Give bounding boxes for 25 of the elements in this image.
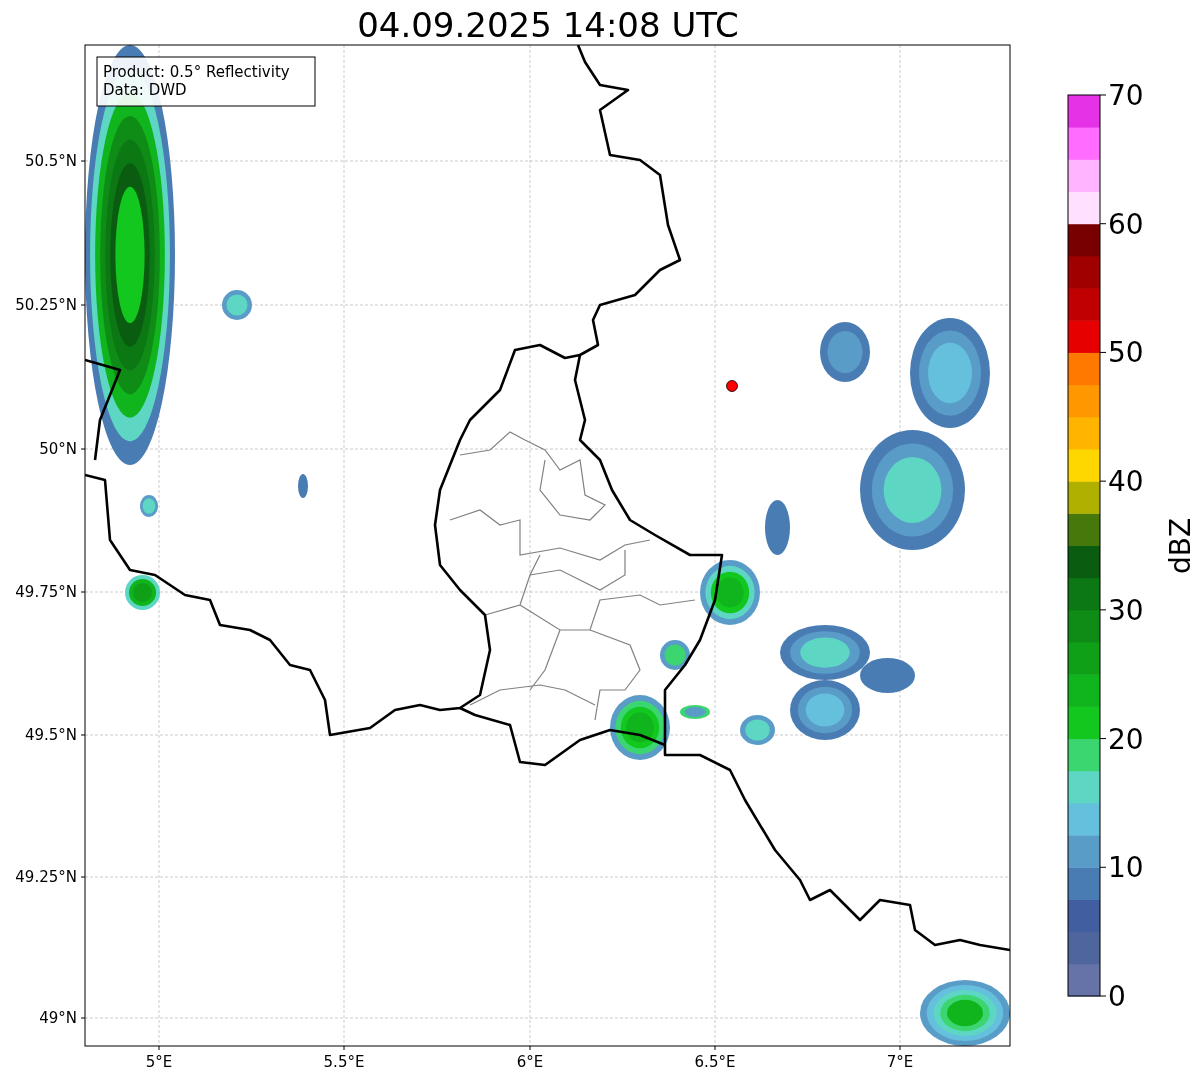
colorbar-tick-label: 40	[1108, 465, 1144, 499]
chart-title: 04.09.2025 14:08 UTC	[357, 5, 739, 45]
latitude-label: 49°N	[39, 1009, 77, 1027]
longitude-label: 6.5°E	[694, 1053, 736, 1071]
colorbar-tick-label: 70	[1108, 79, 1144, 112]
longitude-label: 5.5°E	[323, 1053, 365, 1071]
colorbar-tick-label: 0	[1108, 980, 1126, 1013]
colorbar-tick-label: 30	[1108, 593, 1144, 627]
colorbar-tick-label: 50	[1108, 336, 1144, 370]
colorbar-tick-label: 20	[1108, 722, 1144, 756]
latitude-label: 50.25°N	[15, 296, 77, 314]
colorbar-tick-label: 60	[1108, 207, 1144, 241]
latitude-label: 49.75°N	[15, 583, 77, 601]
info-text: Product: 0.5° Reflectivity	[103, 63, 290, 81]
longitude-label: 6°E	[516, 1053, 544, 1071]
latitude-label: 49.25°N	[15, 868, 77, 886]
colorbar-label: dBZ	[1164, 517, 1197, 575]
latitude-label: 49.5°N	[24, 726, 77, 744]
info-text: Data: DWD	[103, 81, 187, 99]
colorbar-tick-label: 10	[1108, 851, 1144, 885]
location-marker-icon	[726, 380, 738, 392]
latitude-label: 50.5°N	[24, 152, 77, 170]
longitude-label: 5°E	[145, 1053, 173, 1071]
longitude-label: 7°E	[886, 1053, 914, 1071]
latitude-label: 50°N	[39, 440, 77, 458]
